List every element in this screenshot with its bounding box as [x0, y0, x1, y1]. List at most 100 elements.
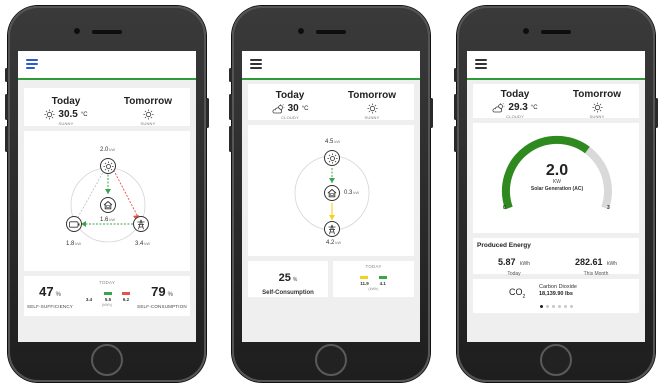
- partly-cloudy-icon: [272, 103, 285, 113]
- solar-node[interactable]: [100, 158, 116, 174]
- bar-value: 5.5: [104, 297, 112, 302]
- gauge-max-label: 3: [607, 205, 610, 211]
- co2-title: Carbon Dioxide: [539, 284, 577, 290]
- front-camera: [74, 28, 80, 34]
- phone-1: Today 30.5 °C SUNNY Tomorrow SUNNY 2.0kW…: [5, 6, 209, 382]
- grid-power-value: 3.4: [135, 241, 144, 247]
- front-camera: [523, 28, 529, 34]
- energy-month-unit: kWh: [606, 261, 617, 267]
- home-button[interactable]: [91, 344, 123, 376]
- bar-value: 6.2: [122, 297, 130, 302]
- sun-icon: [142, 109, 154, 120]
- bar-legend: 3.4 5.5 6.2: [84, 288, 130, 302]
- home-node[interactable]: [100, 197, 116, 213]
- co2-details: Carbon Dioxide 18,139.90 lbs: [539, 284, 577, 297]
- co2-value: 18,139.90 lbs: [539, 291, 573, 297]
- gauge-value: 2.0: [545, 162, 569, 179]
- earpiece-speaker: [92, 30, 122, 34]
- bar-legend-item: 3.4: [84, 290, 94, 302]
- bar-swatch: [84, 290, 94, 295]
- today-label: TODAY: [98, 280, 116, 285]
- forecast-day-label: Tomorrow: [572, 89, 622, 100]
- bar-unit: (kWh): [101, 303, 113, 307]
- battery-node[interactable]: [66, 216, 82, 232]
- gauge-min-label: 0: [503, 205, 506, 211]
- mute-switch: [229, 68, 232, 82]
- home-power-label: 0.3kW: [344, 190, 359, 196]
- forecast-day-label: Tomorrow: [347, 90, 397, 101]
- app-header: [18, 51, 196, 80]
- bar-legend-item: 6.2: [122, 292, 130, 302]
- home-power-label: 1.6kW: [100, 217, 115, 223]
- home-button[interactable]: [315, 344, 347, 376]
- battery-power-value: 1.8: [66, 241, 75, 247]
- bar-value: 11.9: [360, 281, 369, 286]
- pagination-dot[interactable]: [557, 305, 561, 308]
- energy-flow-card: 4.5kW 0.3kW 4.2kW: [248, 125, 414, 256]
- home-power-value: 0.3: [344, 190, 353, 196]
- self-consumption-value: 25: [278, 272, 291, 284]
- mute-switch: [5, 68, 8, 82]
- self-sufficiency-value: 47: [39, 284, 54, 299]
- forecast-today: Today 29.3 °C CLOUDY: [477, 89, 553, 119]
- pagination-dot-active[interactable]: [539, 305, 543, 308]
- bar-swatch: [104, 292, 112, 295]
- pagination-dots: [473, 305, 639, 308]
- forecast-temperature: 30: [287, 103, 299, 114]
- temperature-unit: °C: [530, 104, 538, 111]
- pagination-dot[interactable]: [551, 305, 555, 308]
- solar-power-label: 2.0kW: [100, 147, 115, 153]
- solar-power-value: 2.0: [100, 147, 109, 153]
- sun-icon: [591, 102, 603, 113]
- temperature-unit: °C: [301, 105, 309, 112]
- forecast-day-label: Today: [51, 96, 81, 107]
- forecast-tomorrow: Tomorrow SUNNY: [110, 96, 186, 126]
- bar-legend-item: 11.9: [360, 276, 369, 286]
- home-button[interactable]: [540, 344, 572, 376]
- solar-node[interactable]: [324, 150, 340, 166]
- solar-power-unit: kW: [109, 147, 116, 152]
- forecast-today: Today 30 °C CLOUDY: [252, 90, 328, 120]
- sun-icon: [102, 160, 114, 172]
- bar-swatch: [122, 292, 130, 295]
- self-sufficiency-stat: 47% SELF-SUFFICIENCY: [26, 283, 74, 309]
- solar-power-label: 4.5kW: [325, 139, 340, 145]
- sun-icon: [326, 152, 338, 164]
- forecast-condition: SUNNY: [589, 114, 605, 119]
- pagination-dot[interactable]: [545, 305, 549, 308]
- pagination-dot[interactable]: [569, 305, 573, 308]
- home-power-value: 1.6: [100, 217, 109, 223]
- grid-power-label: 4.2kW: [326, 240, 341, 246]
- power-button: [430, 98, 433, 128]
- battery-icon: [68, 220, 79, 228]
- pagination-dot[interactable]: [563, 305, 567, 308]
- grid-power-unit: kW: [144, 241, 151, 246]
- today-label: TODAY: [365, 264, 382, 269]
- forecast-condition: CLOUDY: [506, 114, 524, 119]
- grid-node[interactable]: [324, 221, 340, 237]
- hamburger-menu-icon[interactable]: [250, 59, 262, 69]
- phone-3: Today 29.3 °C CLOUDY Tomorrow SUNNY 2.0 …: [454, 6, 658, 382]
- home-node[interactable]: [324, 185, 340, 201]
- grid-power-label: 3.4kW: [135, 241, 150, 247]
- energy-today-label: Today: [507, 271, 521, 277]
- app-header: [467, 51, 645, 80]
- forecast-day-label: Tomorrow: [123, 96, 173, 107]
- energy-month-label: This Month: [583, 271, 609, 277]
- hamburger-menu-icon[interactable]: [26, 59, 38, 69]
- forecast-day-label: Today: [275, 90, 305, 101]
- home-power-unit: kW: [109, 217, 116, 222]
- self-consumption-label: Self-Consumption: [262, 290, 314, 296]
- self-consumption-stat: 25% Self-Consumption: [248, 268, 328, 296]
- house-icon: [103, 200, 113, 210]
- weather-card: Today 30.5 °C SUNNY Tomorrow SUNNY: [24, 88, 190, 126]
- hamburger-menu-icon[interactable]: [475, 59, 487, 69]
- grid-node[interactable]: [133, 216, 149, 232]
- power-button: [655, 98, 658, 128]
- forecast-condition: SUNNY: [364, 115, 380, 120]
- co2-card: CO2 Carbon Dioxide 18,139.90 lbs: [473, 279, 639, 313]
- sun-icon: [44, 109, 55, 120]
- bar-value: 3.4: [85, 297, 93, 302]
- power-tower-icon: [137, 219, 145, 229]
- weather-card: Today 30 °C CLOUDY Tomorrow SUNNY: [248, 84, 414, 120]
